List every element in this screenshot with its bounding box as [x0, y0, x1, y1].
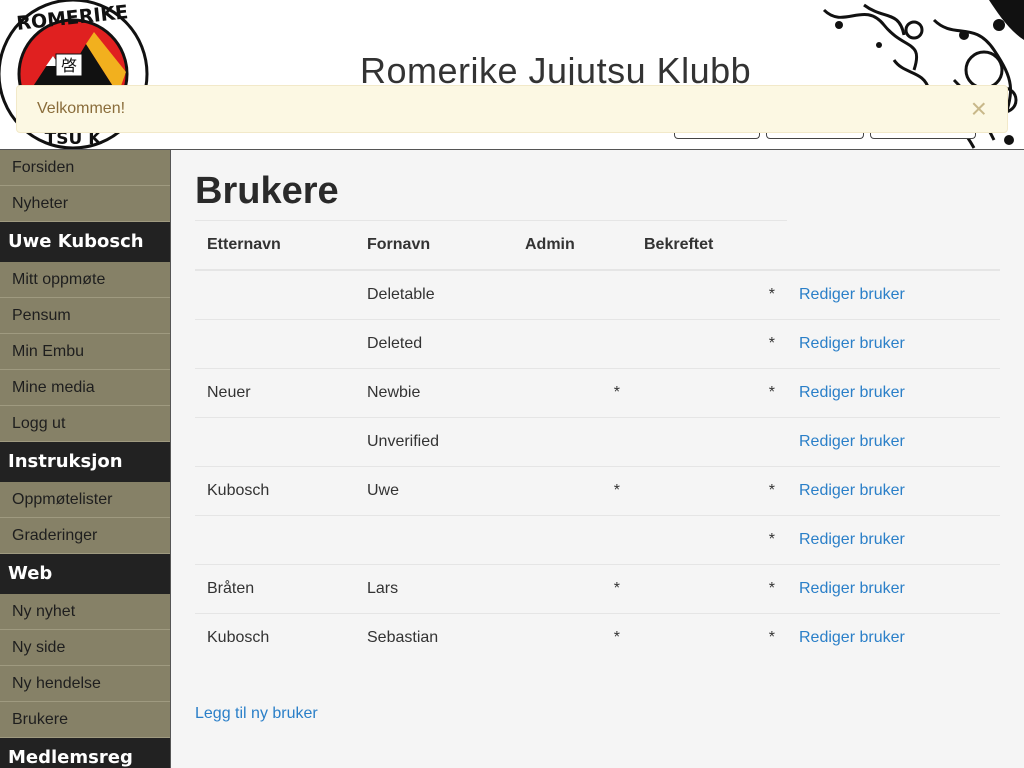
cell-admin: *: [513, 368, 632, 418]
table-header-row: Etternavn Fornavn Admin Bekreftet: [195, 221, 1000, 271]
sidebar-item-graderinger[interactable]: Graderinger: [0, 518, 170, 554]
sidebar-item-nyheter[interactable]: Nyheter: [0, 186, 170, 222]
sidebar-item-oppmotelister[interactable]: Oppmøtelister: [0, 482, 170, 518]
table-row: * Rediger bruker: [195, 515, 1000, 565]
table-row: Bråten Lars * * Rediger bruker: [195, 564, 1000, 614]
cell-admin: [513, 269, 632, 320]
logo-seal-char: 啓: [61, 56, 77, 75]
cell-verified: *: [632, 269, 787, 320]
sidebar-item-logg-ut[interactable]: Logg ut: [0, 406, 170, 442]
sidebar-item-ny-side[interactable]: Ny side: [0, 630, 170, 666]
cell-action: Rediger bruker: [787, 466, 1000, 516]
cell-admin: [513, 417, 632, 467]
cell-action: Rediger bruker: [787, 319, 1000, 369]
page-title: Brukere: [195, 170, 339, 212]
table-row: Deleted * Rediger bruker: [195, 319, 1000, 369]
sidebar-item-min-embu[interactable]: Min Embu: [0, 334, 170, 370]
edit-user-link[interactable]: Rediger bruker: [799, 482, 905, 499]
sidebar-item-ny-nyhet[interactable]: Ny nyhet: [0, 594, 170, 630]
sidebar-item-mine-media[interactable]: Mine media: [0, 370, 170, 406]
cell-verified: [632, 417, 787, 467]
add-user-link[interactable]: Legg til ny bruker: [195, 705, 318, 723]
edit-user-link[interactable]: Rediger bruker: [799, 531, 905, 548]
sidebar: Forsiden Nyheter Uwe Kubosch Mitt oppmøt…: [0, 150, 171, 768]
table-row: Neuer Newbie * * Rediger bruker: [195, 368, 1000, 418]
users-table: Etternavn Fornavn Admin Bekreftet Deleta…: [195, 221, 1000, 662]
edit-user-link[interactable]: Rediger bruker: [799, 580, 905, 597]
cell-verified: *: [632, 613, 787, 662]
edit-user-link[interactable]: Rediger bruker: [799, 433, 905, 450]
cell-verified: *: [632, 319, 787, 369]
sidebar-item-forsiden[interactable]: Forsiden: [0, 150, 170, 186]
column-header-actions: [787, 221, 1000, 271]
cell-action: Rediger bruker: [787, 368, 1000, 418]
cell-action: Rediger bruker: [787, 269, 1000, 320]
column-header-admin[interactable]: Admin: [513, 221, 632, 271]
cell-verified: *: [632, 564, 787, 614]
cell-last-name: Kubosch: [195, 613, 355, 662]
table-row: Deletable * Rediger bruker: [195, 269, 1000, 320]
cell-last-name: [195, 319, 355, 369]
table-row: Kubosch Sebastian * * Rediger bruker: [195, 613, 1000, 662]
sidebar-heading-user: Uwe Kubosch: [0, 222, 170, 262]
cell-first-name: Uwe: [355, 466, 513, 516]
cell-last-name: [195, 417, 355, 467]
main-content: Brukere Etternavn Fornavn Admin Bekrefte…: [171, 150, 1024, 768]
cell-last-name: Neuer: [195, 368, 355, 418]
welcome-alert: Velkommen! ×: [16, 85, 1008, 133]
cell-admin: *: [513, 613, 632, 662]
sidebar-heading-instruksjon: Instruksjon: [0, 442, 170, 482]
cell-admin: [513, 319, 632, 369]
cell-verified: *: [632, 466, 787, 516]
cell-first-name: Deletable: [355, 269, 513, 320]
cell-last-name: [195, 515, 355, 565]
edit-user-link[interactable]: Rediger bruker: [799, 286, 905, 303]
cell-admin: *: [513, 564, 632, 614]
cell-action: Rediger bruker: [787, 613, 1000, 662]
cell-admin: *: [513, 466, 632, 516]
cell-action: Rediger bruker: [787, 515, 1000, 565]
cell-first-name: [355, 515, 513, 565]
cell-action: Rediger bruker: [787, 564, 1000, 614]
cell-last-name: Kubosch: [195, 466, 355, 516]
cell-admin: [513, 515, 632, 565]
edit-user-link[interactable]: Rediger bruker: [799, 335, 905, 352]
column-header-fornavn[interactable]: Fornavn: [355, 221, 513, 271]
sidebar-heading-medlemsreg: Medlemsreg: [0, 738, 170, 768]
edit-user-link[interactable]: Rediger bruker: [799, 384, 905, 401]
sidebar-heading-web: Web: [0, 554, 170, 594]
edit-user-link[interactable]: Rediger bruker: [799, 629, 905, 646]
cell-last-name: Bråten: [195, 564, 355, 614]
table-row: Kubosch Uwe * * Rediger bruker: [195, 466, 1000, 516]
cell-first-name: Newbie: [355, 368, 513, 418]
cell-first-name: Sebastian: [355, 613, 513, 662]
cell-verified: *: [632, 368, 787, 418]
cell-action: Rediger bruker: [787, 417, 1000, 467]
sidebar-item-pensum[interactable]: Pensum: [0, 298, 170, 334]
cell-first-name: Deleted: [355, 319, 513, 369]
sidebar-item-mitt-oppmote[interactable]: Mitt oppmøte: [0, 262, 170, 298]
sidebar-item-ny-hendelse[interactable]: Ny hendelse: [0, 666, 170, 702]
sidebar-item-brukere[interactable]: Brukere: [0, 702, 170, 738]
cell-verified: *: [632, 515, 787, 565]
column-header-bekreftet[interactable]: Bekreftet: [632, 221, 787, 271]
cell-first-name: Lars: [355, 564, 513, 614]
alert-message: Velkommen!: [37, 100, 126, 117]
cell-last-name: [195, 269, 355, 320]
cell-first-name: Unverified: [355, 417, 513, 467]
column-header-etternavn[interactable]: Etternavn: [195, 221, 355, 271]
table-row: Unverified Rediger bruker: [195, 417, 1000, 467]
close-icon[interactable]: ×: [971, 95, 987, 123]
